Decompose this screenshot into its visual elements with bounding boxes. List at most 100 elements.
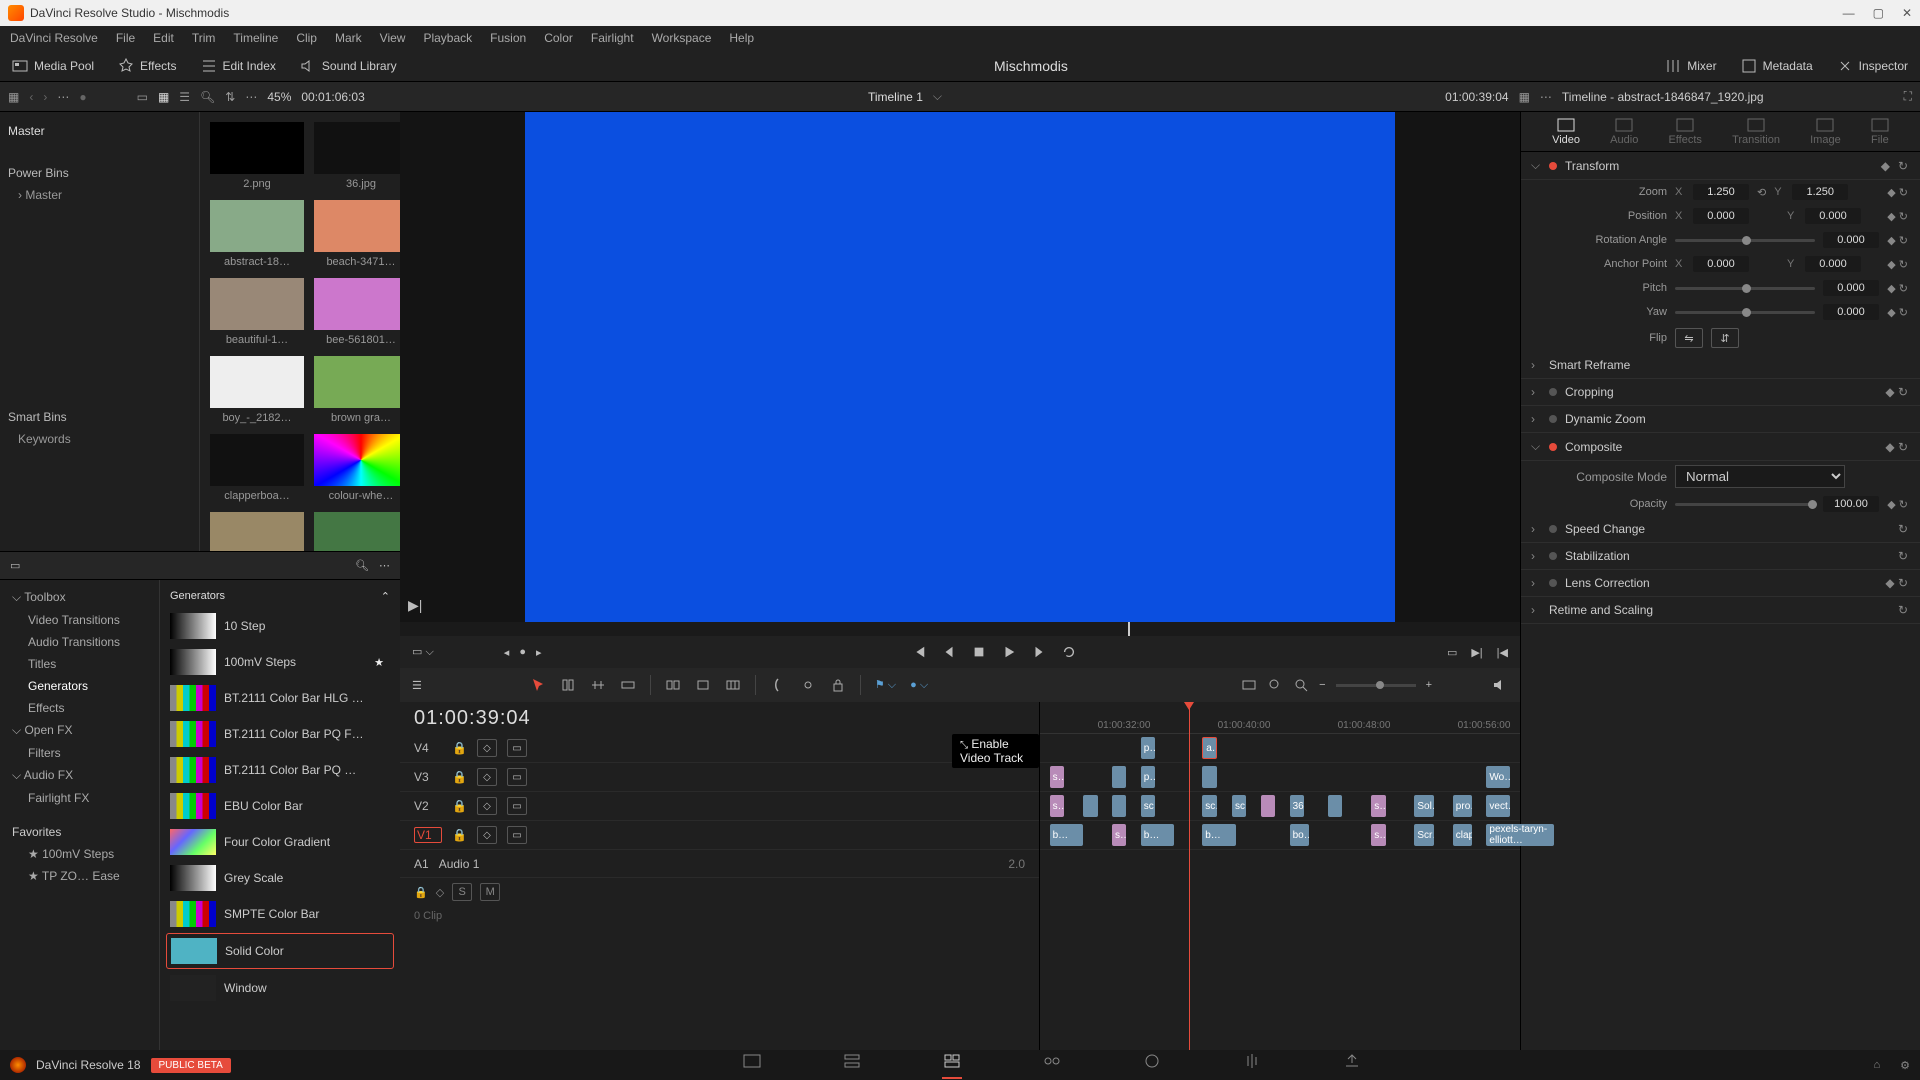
view-grid-icon[interactable]: ▦ — [158, 90, 169, 104]
maximize-button[interactable]: ▢ — [1873, 6, 1884, 20]
clip[interactable]: s… — [1050, 766, 1064, 788]
stabilization-section[interactable]: ›Stabilization↻ — [1521, 543, 1920, 570]
viewer-options-icon[interactable]: ⋯ — [1540, 90, 1552, 104]
smart-bins-header[interactable]: Smart Bins — [8, 406, 191, 428]
rotation-slider[interactable] — [1675, 239, 1815, 242]
video-track[interactable]: b…s…b…b…bo…s…Scr…clap…pexels-taryn-ellio… — [1040, 821, 1520, 850]
flip-v-button[interactable]: ⇵ — [1711, 328, 1739, 348]
thumbnail[interactable]: bee-561801… — [314, 278, 400, 346]
zoom-detail-icon[interactable] — [1293, 677, 1309, 693]
zoom-y[interactable]: 1.250 — [1792, 184, 1848, 200]
speed-section[interactable]: ›Speed Change↻ — [1521, 516, 1920, 543]
menu-fairlight[interactable]: Fairlight — [591, 31, 634, 45]
fusion-page[interactable] — [1042, 1052, 1062, 1079]
auto-select-icon[interactable]: ◇ — [477, 768, 497, 786]
clip[interactable]: b… — [1050, 824, 1084, 846]
home-button[interactable]: ⌂ — [1873, 1059, 1880, 1072]
fairlight-page[interactable] — [1242, 1052, 1262, 1079]
view-list-icon[interactable]: ▭ — [137, 90, 148, 104]
clip[interactable]: p… — [1141, 737, 1155, 759]
effects-row[interactable]: Effects — [6, 697, 153, 719]
settings-button[interactable]: ⚙ — [1900, 1059, 1910, 1072]
color-page[interactable] — [1142, 1052, 1162, 1079]
generator-item[interactable]: EBU Color Bar — [166, 789, 394, 823]
thumbnail[interactable]: boy_-_2182… — [210, 356, 304, 424]
titles-row[interactable]: Titles — [6, 653, 153, 675]
thumbnail[interactable]: colour-whe… — [314, 434, 400, 502]
solo-button[interactable]: S — [452, 883, 472, 901]
lens-section[interactable]: ›Lens Correction◆ ↻ — [1521, 570, 1920, 597]
lock-icon[interactable]: 🔒 — [452, 741, 467, 755]
generator-item[interactable]: BT.2111 Color Bar PQ … — [166, 753, 394, 787]
timeline-viewer[interactable]: ▶| — [400, 112, 1520, 622]
zoom-out[interactable]: − — [1319, 679, 1325, 691]
timeline-tracks[interactable]: 01:00:32:0001:00:40:0001:00:48:0001:00:5… — [1040, 702, 1520, 1050]
menu-fusion[interactable]: Fusion — [490, 31, 526, 45]
video-track[interactable]: s… p… Wo… — [1040, 763, 1520, 792]
inspector-tab-video[interactable]: Video — [1552, 118, 1580, 146]
sort-icon[interactable]: ⇅ — [225, 90, 235, 104]
thumbnail[interactable]: desert-471… — [210, 512, 304, 551]
clip[interactable] — [1112, 795, 1126, 817]
generator-item[interactable]: BT.2111 Color Bar HLG … — [166, 681, 394, 715]
auto-select-icon[interactable]: ◇ — [477, 797, 497, 815]
auto-select-icon[interactable]: ◇ — [477, 826, 497, 844]
audio-transitions-row[interactable]: Audio Transitions — [6, 631, 153, 653]
inspector-tab-effects[interactable]: Effects — [1668, 118, 1701, 146]
match-frame[interactable]: ● — [519, 646, 526, 658]
link-icon[interactable]: ⟲ — [1757, 186, 1766, 199]
first-frame-button[interactable] — [912, 645, 926, 659]
lock-tool[interactable] — [830, 677, 846, 693]
thumbnail[interactable]: 2.png — [210, 122, 304, 190]
selection-tool[interactable] — [530, 677, 546, 693]
play-button[interactable] — [1002, 645, 1016, 659]
clip[interactable]: Sol… — [1414, 795, 1433, 817]
lock-icon[interactable]: 🔒 — [452, 799, 467, 813]
zoom-in[interactable]: + — [1426, 679, 1432, 691]
opacity-val[interactable]: 100.00 — [1823, 496, 1879, 512]
power-bins-header[interactable]: Power Bins — [8, 162, 191, 184]
edit-page[interactable] — [942, 1052, 962, 1079]
timeline-dropdown-icon[interactable]: ⌵ — [933, 89, 942, 104]
lock-icon[interactable]: 🔒 — [452, 770, 467, 784]
generator-item[interactable]: 10 Step — [166, 609, 394, 643]
clip[interactable]: sc… — [1202, 795, 1216, 817]
video-transitions-row[interactable]: Video Transitions — [6, 609, 153, 631]
media-page[interactable] — [742, 1052, 762, 1079]
clip[interactable] — [1112, 766, 1126, 788]
clip[interactable]: Wo… — [1486, 766, 1510, 788]
pitch-val[interactable]: 0.000 — [1823, 280, 1879, 296]
viewer-scrubber[interactable] — [400, 622, 1520, 636]
view-strip-icon[interactable]: ☰ — [179, 90, 190, 104]
openfx-row[interactable]: ⌵ Open FX — [6, 719, 153, 742]
menu-help[interactable]: Help — [729, 31, 754, 45]
audio-lock-icon[interactable]: 🔒 — [414, 886, 428, 899]
menu-file[interactable]: File — [116, 31, 135, 45]
menu-timeline[interactable]: Timeline — [233, 31, 278, 45]
deliver-page[interactable] — [1342, 1052, 1362, 1079]
generator-item[interactable]: Window — [166, 971, 394, 1005]
clip[interactable]: b… — [1141, 824, 1175, 846]
thumbnail[interactable]: abstract-18… — [210, 200, 304, 268]
clip[interactable]: p… — [1141, 766, 1155, 788]
cut-page[interactable] — [842, 1052, 862, 1079]
marker-tool[interactable]: ● ⌵ — [910, 679, 928, 692]
clip[interactable]: s… — [1112, 824, 1126, 846]
next-frame-button[interactable] — [1032, 645, 1046, 659]
menu-playback[interactable]: Playback — [423, 31, 472, 45]
generator-item[interactable]: 100mV Steps★ — [166, 645, 394, 679]
match-frame-next[interactable]: ▸ — [536, 646, 542, 659]
clip[interactable]: pexels-taryn-elliott… — [1486, 824, 1553, 846]
transform-section[interactable]: ⌵Transform◆↻ — [1521, 152, 1920, 180]
more-button[interactable]: ⋯ — [57, 90, 69, 104]
trim-tool[interactable] — [560, 677, 576, 693]
sound-library-button[interactable]: Sound Library — [288, 50, 409, 81]
enable-track-icon[interactable]: ▭ — [507, 768, 527, 786]
history-fwd[interactable]: › — [43, 90, 47, 104]
media-pool-button[interactable]: Media Pool — [0, 50, 106, 81]
in-out-mode[interactable]: ▭ ⌵ — [412, 645, 434, 659]
fx-panel-toggle[interactable]: ▭ — [10, 559, 20, 572]
generator-item[interactable]: BT.2111 Color Bar PQ F… — [166, 717, 394, 751]
video-track-header[interactable]: V4🔒◇▭⤡ Enable Video Track — [400, 734, 1039, 763]
playhead[interactable] — [1189, 702, 1190, 1050]
